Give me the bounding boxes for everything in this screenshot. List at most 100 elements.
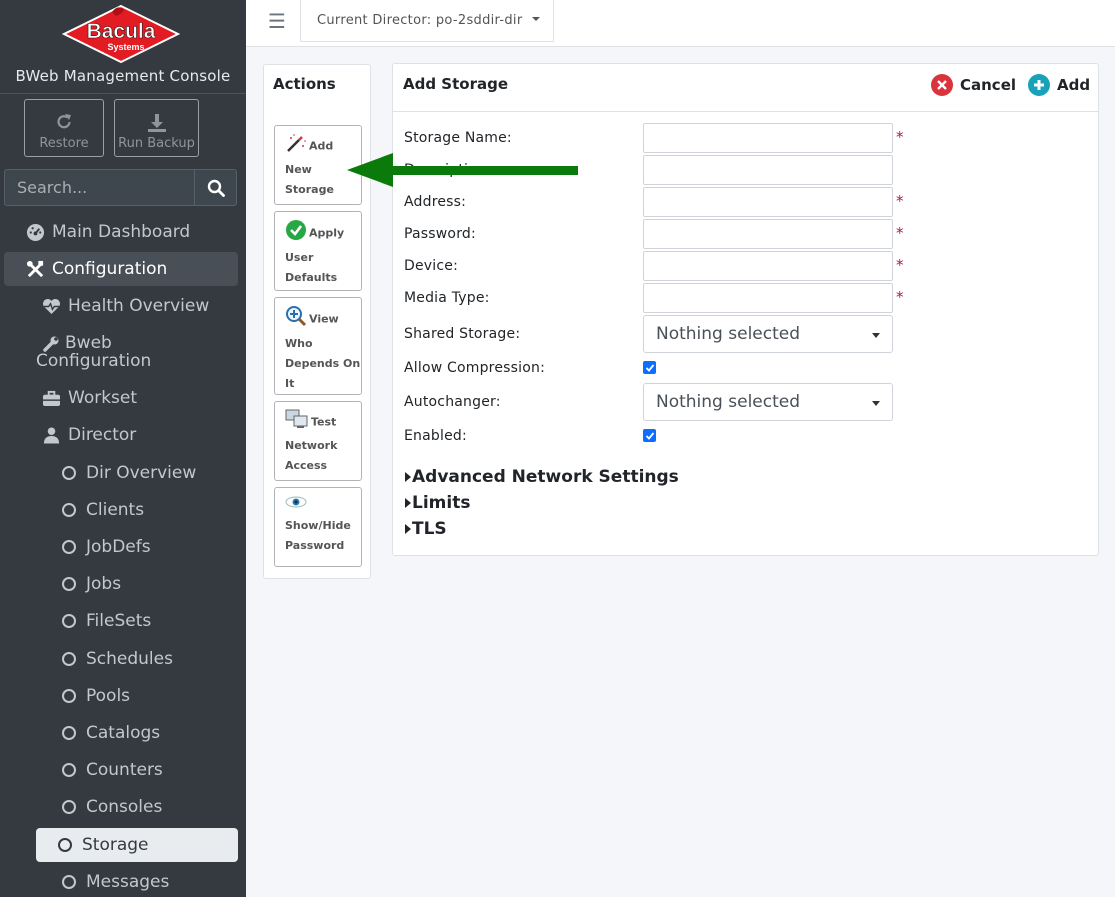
restore-label: Restore	[39, 136, 89, 151]
enabled-label: Enabled:	[404, 428, 467, 444]
sidebar-item-director[interactable]: Director	[4, 418, 238, 452]
required-marker: *	[896, 256, 904, 274]
cancel-button[interactable]: Cancel	[931, 74, 1016, 96]
apply-user-defaults-button[interactable]: Apply User Defaults	[274, 211, 362, 291]
address-label: Address:	[404, 194, 467, 210]
chevron-down-icon	[532, 16, 541, 21]
show-hide-password-button[interactable]: Show/Hide Password	[274, 487, 362, 567]
search-input[interactable]	[5, 170, 195, 205]
sidebar-item-schedules[interactable]: Schedules	[4, 642, 238, 676]
brand-header: Bacula Systems BWeb Management Console	[0, 0, 246, 94]
allow-compression-checkbox[interactable]	[643, 361, 656, 374]
media-type-field[interactable]	[643, 283, 893, 313]
chevron-down-icon	[872, 401, 880, 406]
device-label: Device:	[404, 258, 458, 274]
sidebar-item-label: Pools	[86, 686, 131, 706]
caret-right-icon	[405, 472, 411, 482]
actions-panel: Actions Add New Storage Apply User Defau…	[263, 64, 371, 579]
sidebar-item-dir-overview[interactable]: Dir Overview	[4, 456, 238, 490]
sidebar-item-label: Health Overview	[68, 296, 210, 316]
cancel-label: Cancel	[960, 76, 1017, 94]
console-title: BWeb Management Console	[15, 67, 231, 85]
autochanger-label: Autochanger:	[404, 394, 501, 410]
bacula-logo[interactable]: Bacula Systems	[62, 4, 180, 64]
password-field[interactable]	[643, 219, 893, 249]
sidebar-item-configuration[interactable]: Configuration	[4, 252, 238, 286]
required-marker: *	[896, 224, 904, 242]
device-field[interactable]	[643, 251, 893, 281]
password-label: Password:	[404, 226, 476, 242]
magic-wand-icon	[285, 133, 307, 160]
required-marker: *	[896, 192, 904, 210]
sidebar-item-label: Clients	[86, 500, 145, 520]
add-storage-card: Add Storage Cancel Add Storage Name: * D…	[392, 63, 1099, 556]
sidebar-item-label: Bweb Configuration	[36, 333, 152, 371]
check-icon	[645, 363, 654, 372]
refresh-icon	[25, 112, 103, 134]
view-dependencies-button[interactable]: View Who Depends On It	[274, 297, 362, 395]
sidebar-item-label: Consoles	[86, 797, 163, 817]
shared-storage-select[interactable]: Nothing selected	[643, 315, 893, 353]
sidebar-item-counters[interactable]: Counters	[4, 753, 238, 787]
actions-title: Actions	[273, 75, 336, 93]
tools-icon	[24, 260, 46, 279]
circle-icon	[58, 689, 80, 703]
annotation-arrow	[347, 153, 578, 187]
menu-toggle-icon[interactable]: ☰	[268, 9, 286, 33]
caret-right-icon	[405, 524, 411, 534]
sidebar-item-bweb-configuration[interactable]: Bweb Configuration	[4, 333, 238, 373]
autochanger-select[interactable]: Nothing selected	[643, 383, 893, 421]
add-button[interactable]: Add	[1028, 74, 1090, 96]
required-marker: *	[896, 288, 904, 306]
circle-icon	[58, 652, 80, 666]
chevron-down-icon	[872, 333, 880, 338]
sidebar-item-filesets[interactable]: FileSets	[4, 604, 238, 638]
sidebar-item-label: Workset	[68, 388, 138, 408]
run-backup-button[interactable]: Run Backup	[114, 99, 199, 157]
circle-icon	[54, 838, 76, 852]
enabled-checkbox[interactable]	[643, 429, 656, 442]
sidebar-item-pools[interactable]: Pools	[4, 679, 238, 713]
circle-icon	[58, 466, 80, 480]
section-advanced-network-settings[interactable]: Advanced Network Settings	[405, 467, 679, 487]
sidebar-item-label: Main Dashboard	[52, 222, 191, 242]
section-tls[interactable]: TLS	[405, 519, 447, 539]
circle-icon	[58, 503, 80, 517]
check-icon	[645, 431, 654, 440]
circle-icon	[58, 577, 80, 591]
sidebar-item-label: Configuration	[52, 259, 168, 279]
restore-button[interactable]: Restore	[24, 99, 104, 157]
description-field[interactable]	[643, 155, 893, 185]
section-limits[interactable]: Limits	[405, 493, 470, 513]
search-button[interactable]	[194, 170, 236, 205]
sidebar-item-messages[interactable]: Messages	[4, 865, 238, 897]
sidebar-item-catalogs[interactable]: Catalogs	[4, 716, 238, 750]
storage-name-field[interactable]	[643, 123, 893, 153]
circle-icon	[58, 800, 80, 814]
top-navbar: ☰ Current Director: po-2sddir-dir	[246, 0, 1115, 47]
sidebar-item-jobs[interactable]: Jobs	[4, 567, 238, 601]
test-network-access-button[interactable]: Test Network Access	[274, 401, 362, 481]
briefcase-icon	[40, 390, 62, 407]
media-type-label: Media Type:	[404, 290, 490, 306]
sidebar-item-jobdefs[interactable]: JobDefs	[4, 530, 238, 564]
run-backup-label: Run Backup	[118, 136, 195, 151]
dashboard-icon	[24, 223, 46, 242]
sidebar-item-label: Dir Overview	[86, 463, 197, 483]
circle-icon	[58, 875, 80, 889]
sidebar-item-health-overview[interactable]: Health Overview	[4, 289, 238, 323]
sidebar: Bacula Systems BWeb Management Console R…	[0, 0, 246, 897]
shared-storage-label: Shared Storage:	[404, 326, 521, 342]
allow-compression-label: Allow Compression:	[404, 360, 545, 376]
shared-storage-value: Nothing selected	[656, 324, 801, 344]
sidebar-item-consoles[interactable]: Consoles	[4, 790, 238, 824]
sidebar-item-clients[interactable]: Clients	[4, 493, 238, 527]
sidebar-item-workset[interactable]: Workset	[4, 381, 238, 415]
director-selector[interactable]: Current Director: po-2sddir-dir	[300, 0, 554, 42]
add-label: Add	[1057, 76, 1091, 94]
address-field[interactable]	[643, 187, 893, 217]
sidebar-item-main-dashboard[interactable]: Main Dashboard	[4, 215, 238, 249]
sidebar-item-storage[interactable]: Storage	[36, 828, 238, 862]
search-plus-icon	[285, 305, 307, 334]
sidebar-item-label: Jobs	[86, 574, 122, 594]
